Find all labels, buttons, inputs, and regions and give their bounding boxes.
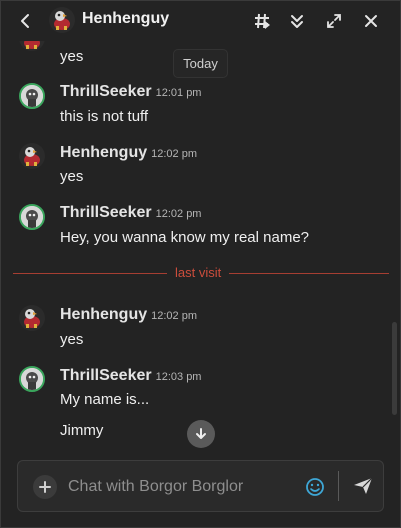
chat-window: Henhenguy yes Today ThrillSeeker 12:01 pm… [0, 0, 401, 528]
message-text: yes [60, 331, 84, 348]
message-text: this is not tuff [60, 108, 149, 125]
message-author[interactable]: ThrillSeeker 12:03 pm [60, 367, 201, 385]
date-marker: Today [173, 49, 228, 78]
message-author[interactable]: Henhenguy 12:02 pm [60, 306, 197, 324]
message-author[interactable]: ThrillSeeker 12:02 pm [60, 204, 201, 222]
message-text: yes [60, 168, 84, 185]
avatar[interactable] [19, 305, 45, 331]
threads-icon[interactable] [252, 11, 272, 31]
scrollbar[interactable] [392, 322, 397, 415]
chat-input[interactable] [68, 474, 298, 500]
send-icon[interactable] [352, 475, 374, 497]
chat-header: Henhenguy [1, 1, 401, 41]
message-text: My name is... [60, 391, 150, 408]
arrow-down-icon[interactable] [187, 420, 215, 448]
avatar[interactable] [19, 143, 45, 169]
close-icon[interactable] [361, 11, 381, 31]
message-time: 12:01 pm [155, 87, 202, 99]
message-list[interactable]: yes Today ThrillSeeker 12:01 pm this is n… [1, 41, 401, 453]
avatar[interactable] [19, 366, 45, 392]
expand-icon[interactable] [324, 11, 344, 31]
page-title: Henhenguy [82, 10, 170, 27]
emoji-icon[interactable] [304, 476, 326, 498]
message-time: 12:02 pm [151, 310, 197, 322]
message-time: 12:02 pm [151, 148, 197, 160]
message-author[interactable]: ThrillSeeker 12:01 pm [60, 83, 201, 101]
message-author[interactable]: Henhenguy 12:02 pm [60, 144, 197, 162]
message-text: Jimmy [60, 422, 104, 439]
message-time: 12:02 pm [155, 208, 202, 220]
message-composer [17, 460, 384, 512]
avatar [19, 41, 45, 51]
double-chevron-down-icon[interactable] [287, 11, 307, 31]
divider-label: last visit [167, 265, 230, 280]
message-text: yes [60, 48, 84, 65]
plus-icon[interactable] [33, 475, 57, 499]
divider [338, 471, 339, 501]
avatar[interactable] [19, 83, 45, 109]
avatar[interactable] [49, 7, 75, 33]
message-time: 12:03 pm [155, 371, 202, 383]
message-text: Hey, you wanna know my real name? [60, 229, 310, 246]
chevron-left-icon[interactable] [15, 10, 35, 32]
avatar[interactable] [19, 204, 45, 230]
